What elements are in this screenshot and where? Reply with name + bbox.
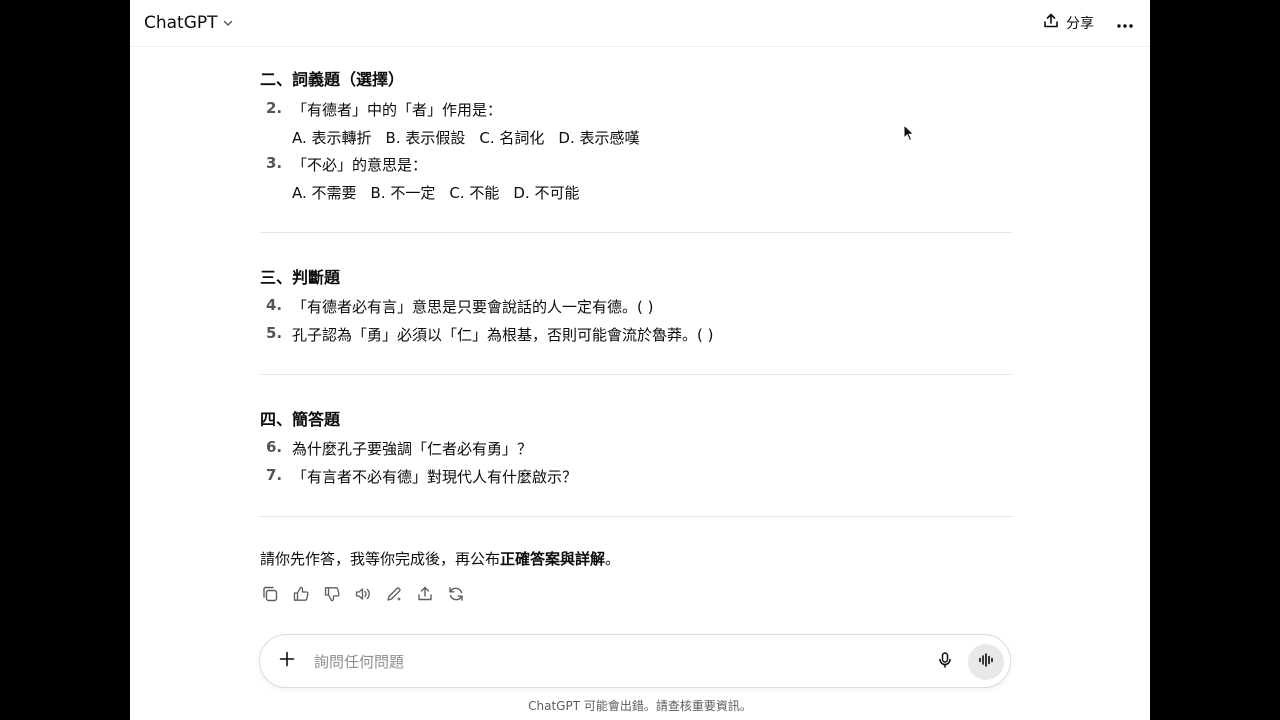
- question-text: 「不必」的意思是：: [292, 156, 428, 174]
- closing-emphasis: 正確答案與詳解: [500, 550, 606, 568]
- question-text: 「有德者必有言」意思是只要會說話的人一定有德。( ): [292, 298, 654, 316]
- question-number: 6.: [266, 438, 283, 456]
- message-actions: [260, 584, 466, 608]
- more-options-button[interactable]: [1110, 8, 1140, 38]
- option: A. 表示轉折: [292, 129, 372, 147]
- plus-icon: [278, 650, 296, 672]
- voice-mode-icon: [977, 651, 995, 673]
- option: C. 不能: [449, 184, 500, 202]
- edit-button[interactable]: [384, 584, 404, 608]
- top-bar: ChatGPT 分享: [130, 0, 1150, 47]
- divider: [260, 374, 1012, 375]
- question-text: 「有言者不必有德」對現代人有什麼啟示？: [292, 468, 578, 486]
- option: C. 名詞化: [479, 129, 545, 147]
- question-number: 3.: [266, 154, 283, 172]
- share-icon: [1042, 12, 1060, 34]
- divider: [260, 232, 1012, 233]
- question-number: 5.: [266, 324, 283, 342]
- option-list: A. 不需要 B. 不一定 C. 不能 D. 不可能: [292, 182, 593, 203]
- thumbs-up-icon: [292, 585, 310, 607]
- question-text: 為什麼孔子要強調「仁者必有勇」？: [292, 440, 533, 458]
- chevron-down-icon: [222, 14, 234, 33]
- share-message-button[interactable]: [415, 584, 435, 608]
- option: D. 表示感嘆: [558, 129, 640, 147]
- microphone-icon: [936, 651, 954, 673]
- closing-message: 請你先作答，我等你完成後，再公布正確答案與詳解。: [260, 548, 620, 569]
- chat-window: ChatGPT 分享 二、詞義題（選擇） 2. 「有德者」中的「者」作用是： A…: [130, 0, 1150, 720]
- read-aloud-icon: [354, 585, 372, 607]
- question-number: 2.: [266, 99, 283, 117]
- add-attachment-button[interactable]: [274, 648, 300, 674]
- closing-prefix: 請你先作答，我等你完成後，再公布: [260, 550, 501, 568]
- edit-icon: [385, 585, 403, 607]
- more-icon: [1116, 14, 1134, 33]
- closing-suffix: 。: [605, 550, 621, 568]
- bad-response-button[interactable]: [322, 584, 342, 608]
- question-number: 7.: [266, 466, 283, 484]
- divider: [260, 516, 1012, 517]
- share-label: 分享: [1066, 16, 1094, 32]
- option: B. 不一定: [370, 184, 436, 202]
- option: A. 不需要: [292, 184, 357, 202]
- model-name: ChatGPT: [144, 13, 218, 33]
- option-list: A. 表示轉折 B. 表示假設 C. 名詞化 D. 表示感嘆: [292, 127, 653, 148]
- section-title: 二、詞義題（選擇）: [260, 70, 405, 89]
- section-title: 四、簡答題: [260, 410, 341, 429]
- option: B. 表示假設: [385, 129, 466, 147]
- voice-mode-button[interactable]: [968, 644, 1004, 680]
- share-message-icon: [416, 585, 434, 607]
- copy-icon: [261, 585, 279, 607]
- thumbs-down-icon: [323, 585, 341, 607]
- question-number: 4.: [266, 296, 283, 314]
- copy-button[interactable]: [260, 584, 280, 608]
- mouse-cursor-icon: [903, 123, 915, 142]
- read-aloud-button[interactable]: [353, 584, 373, 608]
- question-text: 孔子認為「勇」必須以「仁」為根基，否則可能會流於魯莽。( ): [292, 326, 714, 344]
- model-switcher[interactable]: ChatGPT: [140, 9, 238, 37]
- prompt-composer: [259, 634, 1011, 688]
- good-response-button[interactable]: [291, 584, 311, 608]
- option: D. 不可能: [513, 184, 580, 202]
- regenerate-button[interactable]: [446, 584, 466, 608]
- share-button[interactable]: 分享: [1036, 8, 1100, 38]
- dictate-button[interactable]: [932, 649, 958, 675]
- disclaimer-text: ChatGPT 可能會出錯。請查核重要資訊。: [528, 699, 752, 713]
- prompt-input[interactable]: [312, 649, 916, 675]
- section-title: 三、判斷題: [260, 268, 341, 287]
- regenerate-icon: [447, 585, 465, 607]
- question-text: 「有德者」中的「者」作用是：: [292, 101, 503, 119]
